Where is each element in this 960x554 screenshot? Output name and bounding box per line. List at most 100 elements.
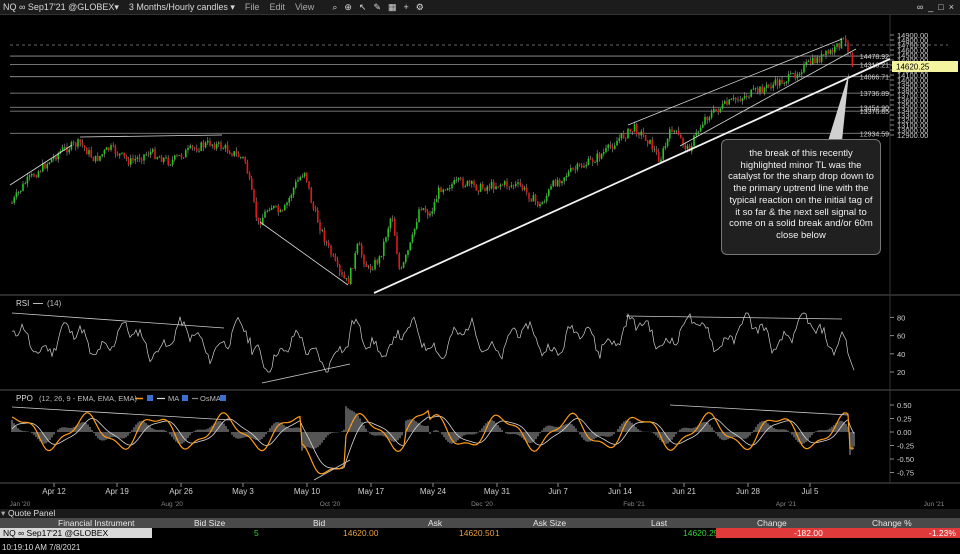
candle	[787, 74, 790, 82]
candle	[165, 157, 167, 159]
maximize-icon[interactable]: □	[938, 2, 943, 12]
candle	[765, 84, 768, 89]
osma-bar	[331, 432, 333, 433]
candle	[462, 178, 464, 187]
osma-bar	[481, 428, 483, 432]
candle	[609, 144, 612, 147]
toolbar-icons: ⌕ ⊕ ↖ ✎ ▦ + ⚙	[332, 2, 424, 13]
candle	[394, 218, 396, 236]
candle	[253, 189, 255, 202]
period-selector[interactable]: 3 Months/Hourly candles ▾	[129, 2, 235, 13]
candle	[583, 166, 585, 168]
candle	[768, 84, 770, 87]
menu-edit[interactable]: Edit	[269, 2, 285, 12]
ppo-checkbox[interactable]	[147, 395, 153, 401]
chart-area[interactable]: 14478.9214313.2114066.7113736.8913454.90…	[0, 15, 960, 509]
menu-file[interactable]: File	[245, 2, 260, 12]
osma-bar	[821, 430, 823, 432]
osma-bar	[65, 427, 67, 432]
candle	[343, 274, 345, 279]
osma-bar	[25, 431, 27, 432]
osma-bar	[641, 431, 643, 432]
osma-bar	[251, 432, 253, 439]
settings-icon[interactable]: ⚙	[416, 2, 424, 13]
quote-instrument[interactable]: NQ ∞ Sep17'21 @GLOBEX	[0, 528, 152, 538]
col-bid[interactable]: Bid	[313, 518, 325, 528]
candle	[312, 203, 315, 209]
candle	[572, 168, 574, 170]
candle	[141, 159, 143, 161]
osma-bar	[119, 432, 121, 439]
search-icon[interactable]: ⌕	[332, 2, 337, 13]
candle	[534, 195, 537, 202]
ma-checkbox[interactable]	[182, 395, 188, 401]
osma-bar	[325, 432, 327, 438]
osma-bar	[155, 429, 157, 432]
candle	[378, 256, 381, 264]
candle	[600, 153, 603, 159]
current-price: 14620.25	[896, 63, 930, 72]
osma-bar	[33, 432, 35, 435]
candle	[50, 158, 53, 163]
col-last[interactable]: Last	[651, 518, 667, 528]
candle	[728, 99, 730, 105]
candle	[303, 172, 306, 177]
link-icon[interactable]: ∞	[917, 2, 923, 12]
col-change-pct[interactable]: Change %	[872, 518, 912, 528]
draw-icon[interactable]: ✎	[373, 2, 381, 13]
candle	[741, 98, 744, 101]
osma-bar	[777, 429, 779, 432]
candle	[72, 142, 75, 143]
osma-bar	[463, 432, 465, 436]
col-bid-size[interactable]: Bid Size	[194, 518, 225, 528]
candle	[264, 211, 266, 218]
candle	[715, 108, 717, 111]
osma-bar	[687, 427, 689, 432]
candle	[330, 245, 332, 255]
level-label: 14066.71	[860, 75, 889, 82]
minimize-icon[interactable]: _	[928, 2, 933, 12]
osma-bar	[569, 423, 571, 432]
candle	[754, 88, 757, 90]
collapse-icon[interactable]: ▾	[1, 509, 5, 518]
osma-bar	[633, 424, 635, 432]
osma-bar	[283, 425, 285, 432]
candle	[286, 202, 288, 206]
quote-change: -182.00	[794, 528, 823, 538]
cursor-icon[interactable]: ↖	[359, 2, 367, 13]
candle	[207, 140, 209, 143]
osma-checkbox[interactable]	[220, 395, 226, 401]
close-icon[interactable]: ×	[949, 2, 954, 12]
quote-row[interactable]: NQ ∞ Sep17'21 @GLOBEX 5 14620.00 14620.5…	[0, 528, 960, 538]
candle	[543, 201, 546, 203]
candle	[642, 131, 645, 136]
candle	[508, 186, 510, 188]
menu-view[interactable]: View	[295, 2, 314, 12]
osma-bar	[91, 429, 93, 432]
candle	[306, 172, 308, 182]
osma-bar	[773, 428, 775, 432]
col-ask-size[interactable]: Ask Size	[533, 518, 566, 528]
osma-bar	[571, 424, 573, 432]
rsi-tick: 80	[897, 313, 905, 322]
candle	[416, 222, 418, 229]
plus-icon[interactable]: +	[404, 2, 409, 13]
osma-bar	[35, 432, 37, 437]
candle	[402, 262, 405, 268]
grid-icon[interactable]: ▦	[388, 2, 397, 13]
osma-bar	[673, 432, 675, 437]
zoom-icon[interactable]: ⊕	[344, 2, 352, 13]
osma-bar	[671, 432, 673, 440]
osma-bar	[467, 432, 469, 435]
candle	[284, 205, 286, 211]
col-instrument[interactable]: Financial Instrument	[58, 518, 135, 528]
col-ask[interactable]: Ask	[428, 518, 442, 528]
quote-change-pct: -1.23%	[929, 528, 956, 538]
candle	[345, 278, 348, 279]
osma-bar	[425, 426, 427, 432]
osma-bar	[231, 432, 233, 435]
col-change[interactable]: Change	[757, 518, 787, 528]
candle	[79, 139, 81, 143]
symbol-selector[interactable]: NQ ∞ Sep17'21 @GLOBEX▾	[3, 2, 119, 13]
osma-bar	[637, 429, 639, 432]
